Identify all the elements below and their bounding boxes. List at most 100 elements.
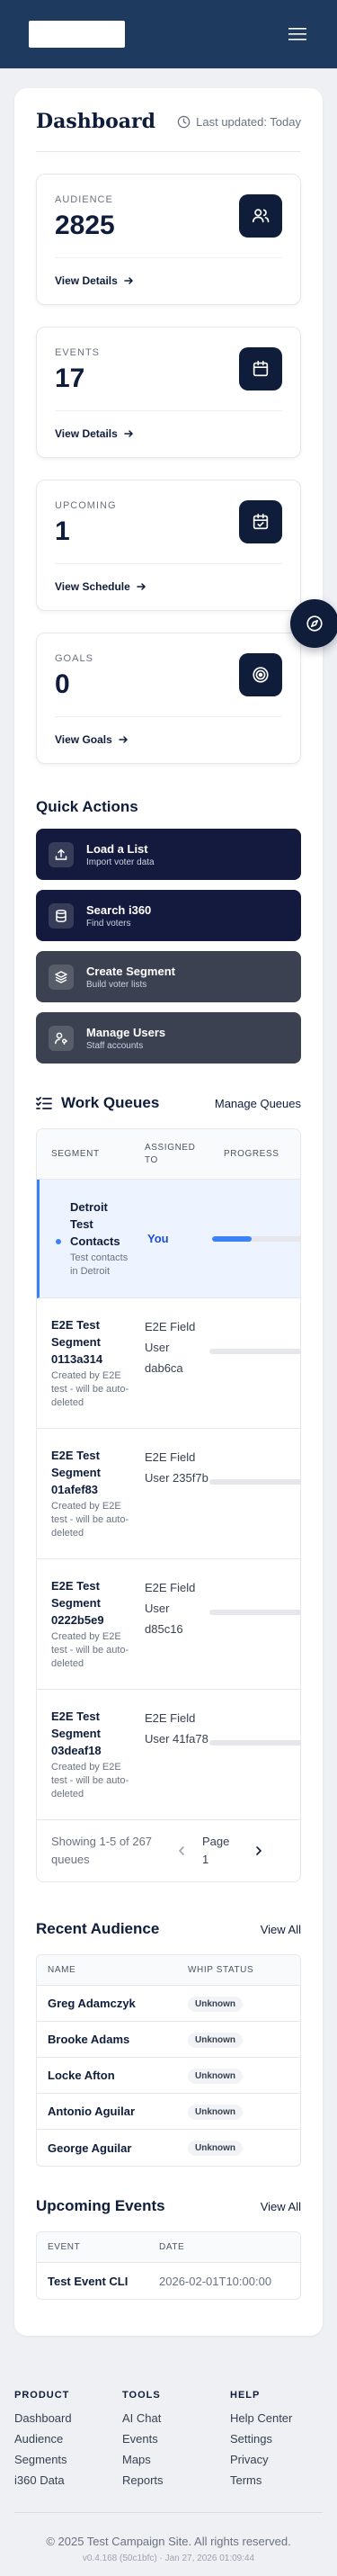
- quick-action-sub: Build voter lists: [86, 979, 147, 990]
- view-all-events-link[interactable]: View All: [261, 2200, 301, 2213]
- recent-audience-table: NAME WHIP STATUS Greg Adamczyk Unknown B…: [36, 1954, 301, 2167]
- clock-icon: [177, 115, 191, 128]
- column-header: DATE: [159, 2242, 185, 2252]
- table-row[interactable]: Test Event CLI 2026-02-01T10:00:00: [37, 2263, 300, 2299]
- footer-link-terms[interactable]: Terms: [230, 2470, 323, 2491]
- quick-action-sub: Import voter data: [86, 857, 155, 867]
- view-goals-link[interactable]: View Goals: [55, 733, 282, 746]
- assigned-to: E2E Field User d85c16: [145, 1581, 196, 1636]
- footer-link-dashboard[interactable]: Dashboard: [14, 2408, 122, 2428]
- calendar-icon: [239, 347, 282, 390]
- prev-page-icon[interactable]: [177, 1845, 186, 1856]
- quick-action-sub: Find voters: [86, 918, 131, 929]
- table-row[interactable]: Antonio Aguilar Unknown: [37, 2094, 300, 2130]
- segment-desc: Created by E2E test - will be auto-delet…: [51, 1370, 129, 1408]
- layers-icon: [49, 964, 74, 990]
- stat-label: AUDIENCE: [55, 194, 113, 205]
- hamburger-menu-icon[interactable]: [287, 23, 308, 45]
- quick-action-label: Search i360: [86, 902, 152, 917]
- search-i360-button[interactable]: Search i360 Find voters: [36, 890, 301, 941]
- quick-action-label: Manage Users: [86, 1025, 166, 1039]
- footer-heading: HELP: [230, 2390, 261, 2401]
- footer-link-maps[interactable]: Maps: [122, 2449, 230, 2470]
- column-header: PROGRESS: [224, 1149, 279, 1159]
- segment-desc: Test contacts in Detroit: [70, 1252, 129, 1277]
- column-header: WHIP STATUS: [188, 1965, 254, 1975]
- create-segment-button[interactable]: Create Segment Build voter lists: [36, 951, 301, 1002]
- next-page-icon[interactable]: [254, 1845, 263, 1856]
- dashboard-card: Dashboard Last updated: Today AUDIENCE 2…: [14, 88, 337, 2336]
- arrow-right-icon: [124, 277, 133, 284]
- table-row[interactable]: Detroit Test Contacts Test contacts in D…: [37, 1180, 300, 1298]
- footer-link-help-center[interactable]: Help Center: [230, 2408, 323, 2428]
- top-bar: [0, 0, 337, 68]
- progress-bar: [209, 1479, 300, 1485]
- compass-fab-button[interactable]: [290, 599, 337, 648]
- footer-col-help: HELP Help Center Settings Privacy Terms: [230, 2390, 323, 2491]
- recent-audience-title: Recent Audience: [36, 1920, 160, 1937]
- upcoming-events-title: Upcoming Events: [36, 2197, 165, 2214]
- quick-actions-list: Load a List Import voter data Search i36…: [36, 829, 301, 1064]
- footer-heading: PRODUCT: [14, 2390, 70, 2401]
- segment-name: E2E Test Segment 03deaf18: [51, 1710, 102, 1757]
- footer-col-tools: TOOLS AI Chat Events Maps Reports: [122, 2390, 230, 2491]
- audience-name: George Aguilar: [48, 2141, 132, 2155]
- footer-link-audience[interactable]: Audience: [14, 2428, 122, 2449]
- site-logo[interactable]: [29, 21, 125, 48]
- page-indicator: Page 1: [202, 1835, 230, 1866]
- upcoming-events-table: EVENT DATE Test Event CLI 2026-02-01T10:…: [36, 2231, 301, 2300]
- footer-heading: TOOLS: [122, 2390, 161, 2401]
- stat-card-goals: GOALS 0 View Goals: [36, 633, 301, 764]
- table-row[interactable]: Locke Afton Unknown: [37, 2058, 300, 2094]
- footer-link-settings[interactable]: Settings: [230, 2428, 323, 2449]
- footer-link-segments[interactable]: Segments: [14, 2449, 122, 2470]
- table-row[interactable]: E2E Test Segment 0113a314 Created by E2E…: [37, 1298, 300, 1429]
- table-row[interactable]: George Aguilar Unknown: [37, 2130, 300, 2166]
- assigned-to: You: [147, 1232, 169, 1245]
- upload-icon: [49, 841, 74, 867]
- manage-queues-link[interactable]: Manage Queues: [215, 1097, 301, 1110]
- stat-link-label: View Goals: [55, 733, 112, 746]
- event-name: Test Event CLI: [48, 2274, 129, 2288]
- work-queues-header: Work Queues Manage Queues: [36, 1094, 301, 1112]
- segment-desc: Created by E2E test - will be auto-delet…: [51, 1631, 129, 1669]
- footer-link-privacy[interactable]: Privacy: [230, 2449, 323, 2470]
- segment-name: Detroit Test Contacts: [70, 1200, 120, 1248]
- status-badge: Unknown: [188, 2068, 243, 2084]
- active-indicator: [56, 1238, 61, 1244]
- table-row[interactable]: Greg Adamczyk Unknown: [37, 1986, 300, 2022]
- table-row[interactable]: E2E Test Segment 03deaf18 Created by E2E…: [37, 1690, 300, 1820]
- footer-link-i360-data[interactable]: i360 Data: [14, 2470, 122, 2491]
- database-icon: [49, 902, 74, 929]
- table-row[interactable]: Brooke Adams Unknown: [37, 2022, 300, 2058]
- assigned-to: E2E Field User 41fa78: [145, 1711, 208, 1746]
- footer-link-events[interactable]: Events: [122, 2428, 230, 2449]
- footer-link-reports[interactable]: Reports: [122, 2470, 230, 2491]
- table-row[interactable]: E2E Test Segment 0222b5e9 Created by E2E…: [37, 1559, 300, 1690]
- view-all-audience-link[interactable]: View All: [261, 1923, 301, 1936]
- table-row[interactable]: E2E Test Segment 01afef83 Created by E2E…: [37, 1429, 300, 1559]
- view-schedule-link[interactable]: View Schedule: [55, 580, 282, 593]
- audience-name: Greg Adamczyk: [48, 1997, 136, 2010]
- view-details-events-link[interactable]: View Details: [55, 427, 282, 440]
- stat-label: EVENTS: [55, 347, 101, 358]
- calendar-check-icon: [239, 500, 282, 543]
- stat-value: 17: [55, 364, 85, 393]
- upcoming-events-header: Upcoming Events View All: [36, 2197, 301, 2215]
- arrow-right-icon: [119, 736, 128, 743]
- status-badge: Unknown: [188, 2104, 243, 2120]
- stat-label: UPCOMING: [55, 500, 117, 511]
- progress-bar: [212, 1235, 300, 1242]
- checklist-icon: [36, 1097, 52, 1109]
- footer-link-ai-chat[interactable]: AI Chat: [122, 2408, 230, 2428]
- status-badge: Unknown: [188, 2032, 243, 2048]
- view-details-audience-link[interactable]: View Details: [55, 274, 282, 287]
- stat-value: 0: [55, 669, 70, 699]
- audience-name: Brooke Adams: [48, 2033, 130, 2046]
- load-list-button[interactable]: Load a List Import voter data: [36, 829, 301, 880]
- stat-label: GOALS: [55, 653, 93, 664]
- segment-desc: Created by E2E test - will be auto-delet…: [51, 1501, 129, 1539]
- segment-name: E2E Test Segment 0222b5e9: [51, 1579, 104, 1627]
- manage-users-button[interactable]: Manage Users Staff accounts: [36, 1012, 301, 1064]
- stat-card-events: EVENTS 17 View Details: [36, 327, 301, 458]
